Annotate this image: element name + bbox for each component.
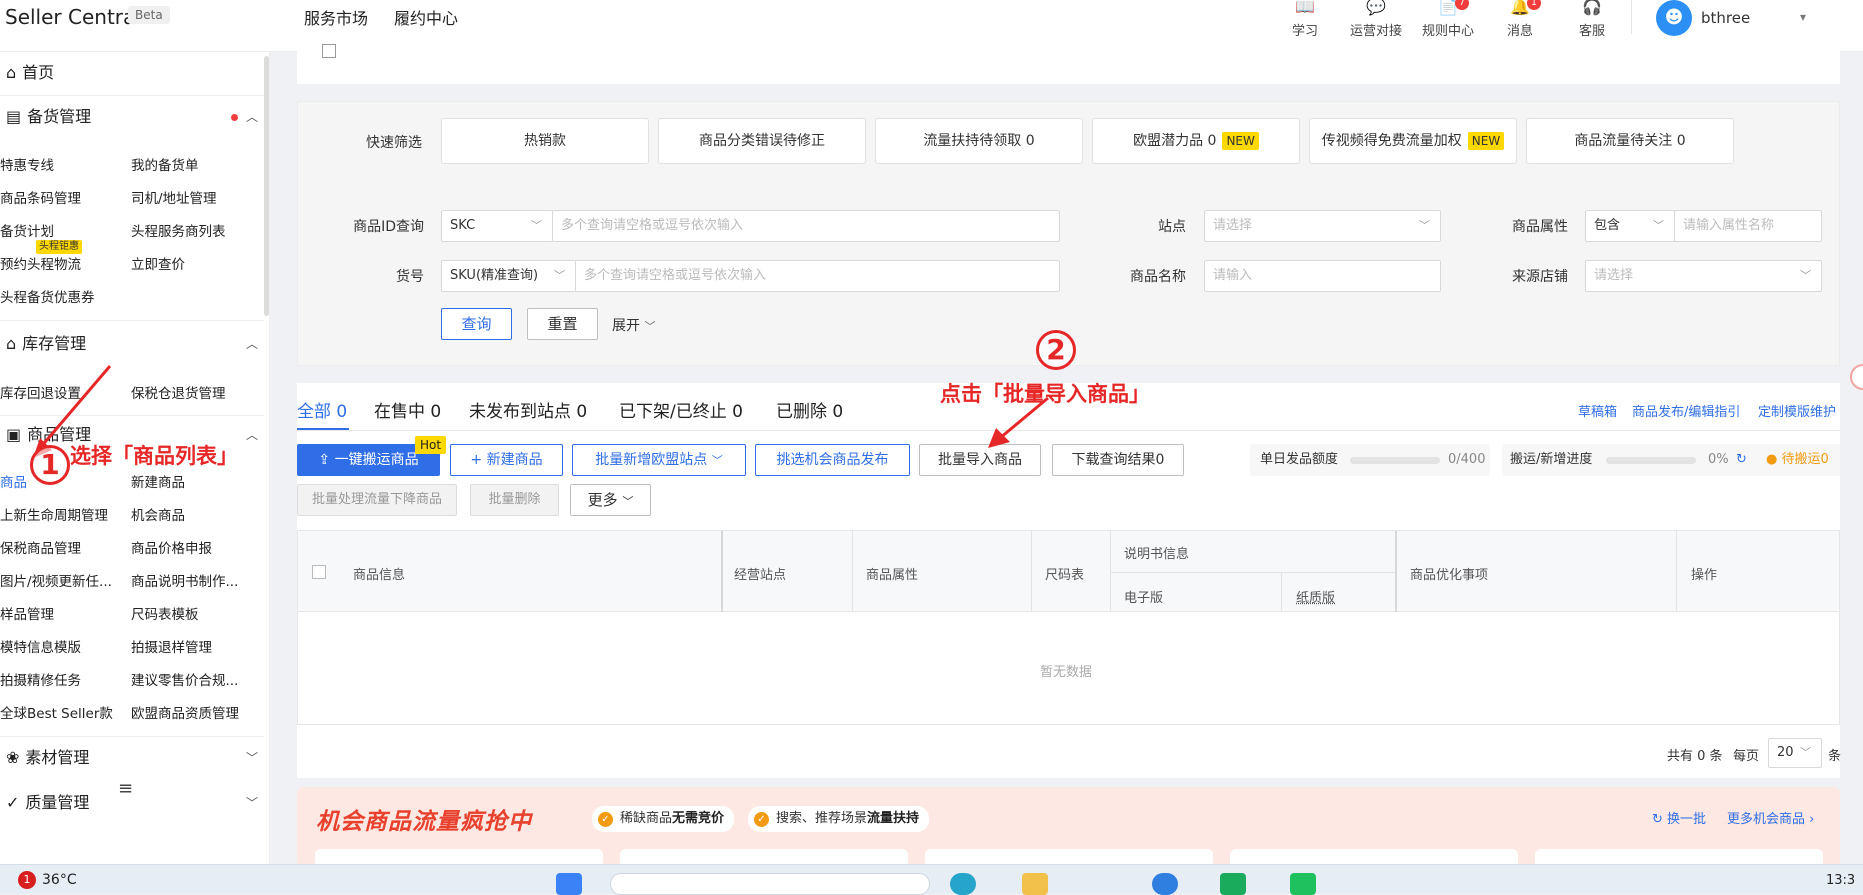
step1-text: 选择「商品列表」 [70, 444, 238, 468]
os-taskbar: 1 36°C 13:3 [0, 864, 1863, 895]
edge-icon[interactable] [1152, 873, 1178, 895]
weather-alert-badge: 1 [18, 871, 36, 889]
weather-widget[interactable]: 1 36°C [18, 871, 77, 889]
app-icon[interactable] [1220, 873, 1246, 895]
step1-number: 1 [30, 445, 70, 485]
wechat-icon[interactable] [1290, 873, 1316, 895]
taskbar-clock: 13:3 [1826, 873, 1856, 888]
browser-icon[interactable] [950, 873, 976, 895]
arrow-step1-line [38, 365, 112, 449]
step2-text: 点击「批量导入商品」 [940, 382, 1150, 406]
windows-start-icon[interactable] [556, 873, 582, 895]
step2-number: 2 [1036, 330, 1076, 370]
folder-icon[interactable] [1022, 873, 1048, 895]
taskbar-search-box[interactable] [610, 873, 930, 895]
annotation-arrows [33, 365, 1049, 458]
